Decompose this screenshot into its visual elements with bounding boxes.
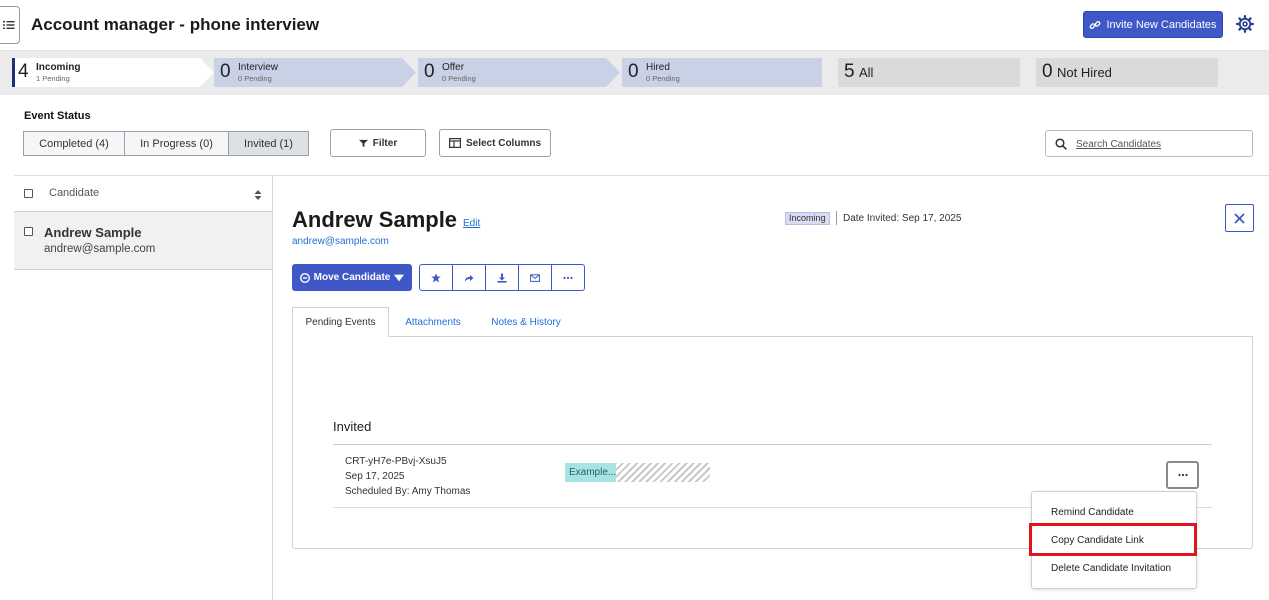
stage-pending: 0 Pending [238,74,272,83]
page-title: Account manager - phone interview [31,15,320,34]
chevron-down-icon [394,274,405,281]
invited-section-title: Invited [333,419,372,434]
event-tag: Example... [565,463,616,482]
close-icon [1234,212,1245,224]
invite-new-candidates-button[interactable]: Invite New Candidates [1083,11,1223,38]
menu-item-delete-candidate-invitation[interactable]: Delete Candidate Invitation [1032,554,1196,582]
filter-icon [358,139,368,147]
candidate-email: andrew@sample.com [44,243,156,255]
stage-label: Interview [238,62,279,73]
candidate-detail-name: Andrew Sample [292,207,458,232]
event-more-button[interactable] [1166,461,1199,489]
candidate-detail-email[interactable]: andrew@sample.com [292,236,389,247]
stage-hired[interactable]: 0 Hired 0 Pending [622,58,822,87]
candidate-checkbox[interactable] [24,227,33,236]
filter-label: Filter [372,137,398,149]
stage-all[interactable]: 5 All [838,58,1020,87]
search-icon [1055,138,1067,150]
more-actions-button[interactable] [551,264,585,291]
active-stage-marker [12,58,15,87]
select-all-checkbox[interactable] [24,189,33,198]
stage-count: 0 [220,61,231,82]
share-icon [465,274,474,282]
stage-label: Not Hired [1057,65,1112,80]
stage-label: All [859,65,874,80]
stage-pending: 0 Pending [646,74,680,83]
stage-count: 5 [844,61,855,82]
segment-invited[interactable]: Invited (1) [228,131,309,156]
status-badge: Incoming [785,212,830,225]
segment-in-progress[interactable]: In Progress (0) [124,131,229,156]
event-id: CRT-yH7e-PBvj-XsuJ5 [345,456,447,467]
candidate-list-header: Candidate [14,176,272,212]
move-circle-icon [299,272,310,283]
event-scheduled-by: Scheduled By: Amy Thomas [345,486,471,497]
action-toolbar [419,264,585,291]
move-candidate-label: Move Candidate [313,272,391,283]
link-icon [1090,20,1101,29]
columns-icon [448,138,461,148]
stage-label: Offer [442,62,465,73]
date-invited: Date Invited: Sep 17, 2025 [843,213,962,224]
menu-item-remind-candidate[interactable]: Remind Candidate [1032,498,1196,526]
highlight-box [1029,523,1197,556]
stage-count: 0 [424,61,435,82]
invite-button-label: Invite New Candidates [1106,18,1217,31]
filter-button[interactable]: Filter [330,129,426,157]
candidate-name: Andrew Sample [44,225,142,240]
stage-count: 4 [18,61,29,82]
stage-pending: 0 Pending [442,74,476,83]
star-icon [431,272,441,282]
stage-count: 0 [1042,61,1053,82]
move-candidate-button[interactable]: Move Candidate [292,264,412,291]
menu-toggle-button[interactable] [0,6,20,44]
envelope-icon [530,273,540,282]
stage-not-hired[interactable]: 0 Not Hired [1036,58,1218,87]
tab-pending-events[interactable]: Pending Events [292,307,389,337]
stage-interview[interactable]: 0 Interview 0 Pending [214,58,416,87]
app-header: Account manager - phone interview Invite… [0,0,1269,51]
event-status-title: Event Status [24,110,91,122]
segment-completed[interactable]: Completed (4) [23,131,125,156]
stage-pending: 1 Pending [36,74,70,83]
gear-icon[interactable] [1235,14,1255,34]
stage-bar: 4 Incoming 1 Pending 0 Interview 0 Pendi… [0,51,1269,95]
close-detail-button[interactable] [1225,204,1254,232]
stage-incoming[interactable]: 4 Incoming 1 Pending [12,58,214,87]
stage-count: 0 [628,61,639,82]
favorite-button[interactable] [419,264,453,291]
select-columns-button[interactable]: Select Columns [439,129,551,157]
stage-offer[interactable]: 0 Offer 0 Pending [418,58,620,87]
stage-label: Incoming [36,62,81,73]
search-input[interactable] [1076,136,1246,152]
edit-link[interactable]: Edit [463,218,480,229]
stage-label: Hired [646,62,670,73]
sort-icon[interactable] [254,189,262,201]
tab-notes-history[interactable]: Notes & History [485,307,567,337]
download-button[interactable] [485,264,519,291]
candidate-column-header: Candidate [49,187,100,199]
candidate-row[interactable]: Andrew Sample andrew@sample.com [14,212,272,270]
download-icon [497,273,507,283]
ellipsis-icon [563,276,573,279]
section-divider [333,444,1212,445]
tab-attachments[interactable]: Attachments [398,307,468,337]
search-candidates-box[interactable] [1045,130,1253,157]
select-columns-label: Select Columns [465,137,542,149]
ellipsis-icon [1177,473,1188,477]
badge-separator [836,211,837,225]
share-button[interactable] [452,264,486,291]
event-date: Sep 17, 2025 [345,471,405,482]
panel-divider [272,176,273,600]
list-icon [3,21,15,29]
email-button[interactable] [518,264,552,291]
